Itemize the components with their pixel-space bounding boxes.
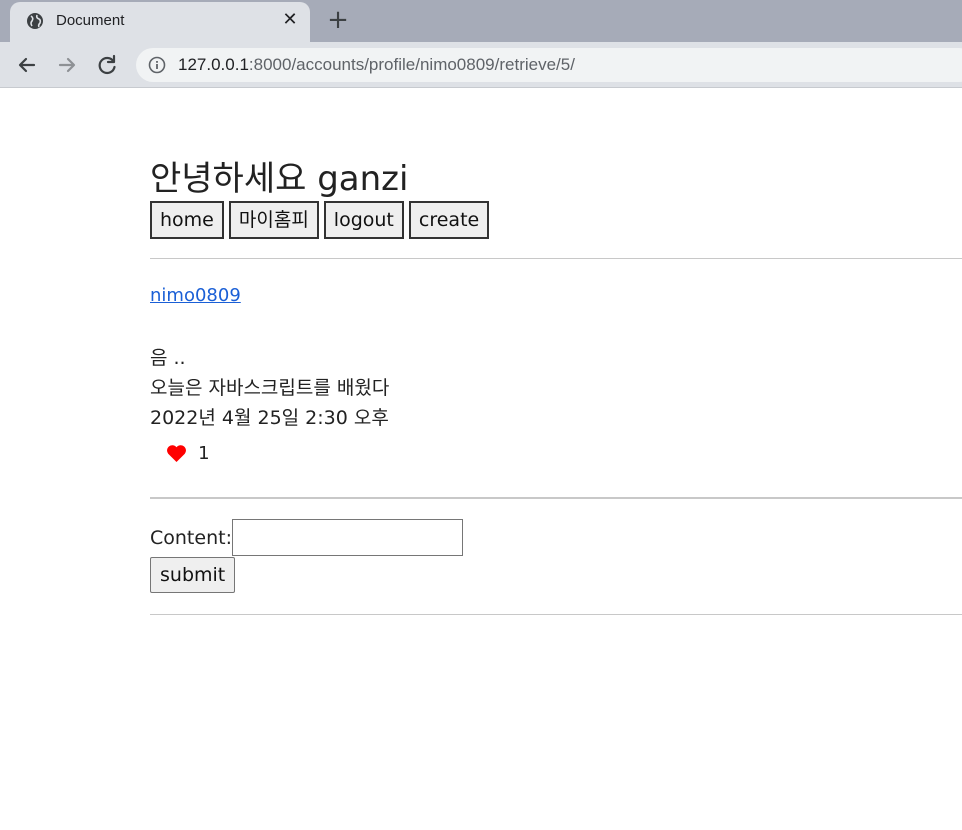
- forward-arrow-icon[interactable]: [53, 51, 81, 79]
- create-button[interactable]: create: [408, 201, 490, 239]
- tab-strip: Document ✕ +: [0, 0, 962, 42]
- divider: [150, 258, 962, 259]
- divider: [150, 614, 962, 615]
- nav-menu: home 마이홈피 logout create: [150, 201, 494, 239]
- new-tab-icon[interactable]: +: [324, 6, 352, 34]
- post-datetime: 2022년 4월 25일 2:30 오후: [150, 407, 389, 429]
- divider: [150, 497, 962, 499]
- like-control[interactable]: 1: [166, 443, 210, 467]
- url-text[interactable]: 127.0.0.1:8000/accounts/profile/nimo0809…: [178, 55, 575, 75]
- url-path: :8000/accounts/profile/nimo0809/retrieve…: [248, 55, 575, 74]
- content-label: Content:: [150, 526, 232, 549]
- comment-form: Content:: [150, 519, 463, 556]
- post-text-line: 오늘은 자바스크립트를 배웠다: [150, 377, 390, 399]
- url-host: 127.0.0.1: [178, 55, 249, 74]
- browser-tab[interactable]: Document ✕: [10, 2, 310, 42]
- address-bar[interactable]: 127.0.0.1:8000/accounts/profile/nimo0809…: [136, 48, 962, 82]
- logout-button[interactable]: logout: [323, 201, 404, 239]
- page-title: 안녕하세요 ganzi: [150, 159, 409, 199]
- author-link[interactable]: nimo0809: [150, 285, 241, 306]
- content-input[interactable]: [231, 519, 463, 556]
- like-count: 1: [198, 443, 210, 464]
- info-icon[interactable]: [148, 56, 166, 74]
- my-homepage-button[interactable]: 마이홈피: [228, 201, 319, 239]
- submit-button[interactable]: submit: [150, 557, 236, 593]
- close-icon[interactable]: ✕: [280, 10, 300, 30]
- post-text-line: 음 ..: [150, 347, 186, 369]
- heart-icon[interactable]: [166, 444, 187, 463]
- browser-toolbar: 127.0.0.1:8000/accounts/profile/nimo0809…: [0, 42, 962, 88]
- back-arrow-icon[interactable]: [13, 51, 41, 79]
- tab-title: Document: [56, 12, 125, 29]
- home-button[interactable]: home: [150, 201, 224, 239]
- reload-icon[interactable]: [93, 51, 121, 79]
- globe-icon: [27, 13, 43, 29]
